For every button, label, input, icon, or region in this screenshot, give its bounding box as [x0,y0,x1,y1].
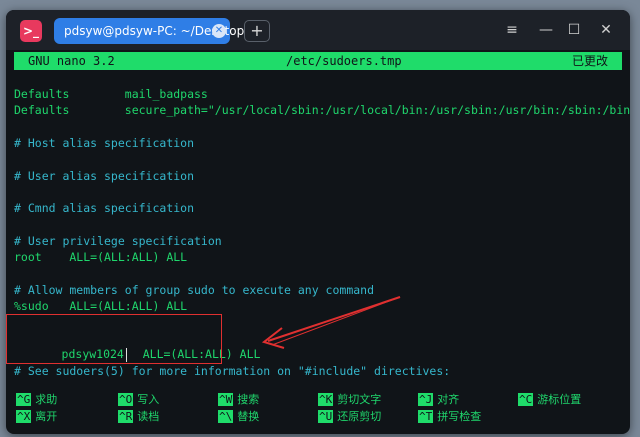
shortcut-cursor-position[interactable]: ^C 游标位置 [518,392,581,408]
shortcut-justify[interactable]: ^J 对齐 [418,392,459,408]
shortcut-spell-check[interactable]: ^T 拼写检查 [418,409,481,425]
shortcut-search[interactable]: ^W 搜索 [218,392,259,408]
red-arrow-annotation [261,296,401,349]
shortcut-bar: ^G 求助 ^O 写入 ^W 搜索 ^K 剪切文字 ^J 对齐 ^C 游标位置 ^X 离开 ^… [14,390,624,430]
shortcut-exit[interactable]: ^X 离开 [16,409,57,425]
terminal-window: >_ pdsyw@pdsyw-PC: ~/Desktop ✕ + ≡ — ☐ ✕… [6,10,630,434]
shortcut-replace[interactable]: ^\ 替换 [218,409,259,425]
shortcut-read-file[interactable]: ^R 读档 [118,409,159,425]
shortcut-write[interactable]: ^O 写入 [118,392,159,408]
shortcut-uncut[interactable]: ^U 还原剪切 [318,409,381,425]
shortcut-help[interactable]: ^G 求助 [16,392,57,408]
shortcut-cut[interactable]: ^K 剪切文字 [318,392,381,408]
